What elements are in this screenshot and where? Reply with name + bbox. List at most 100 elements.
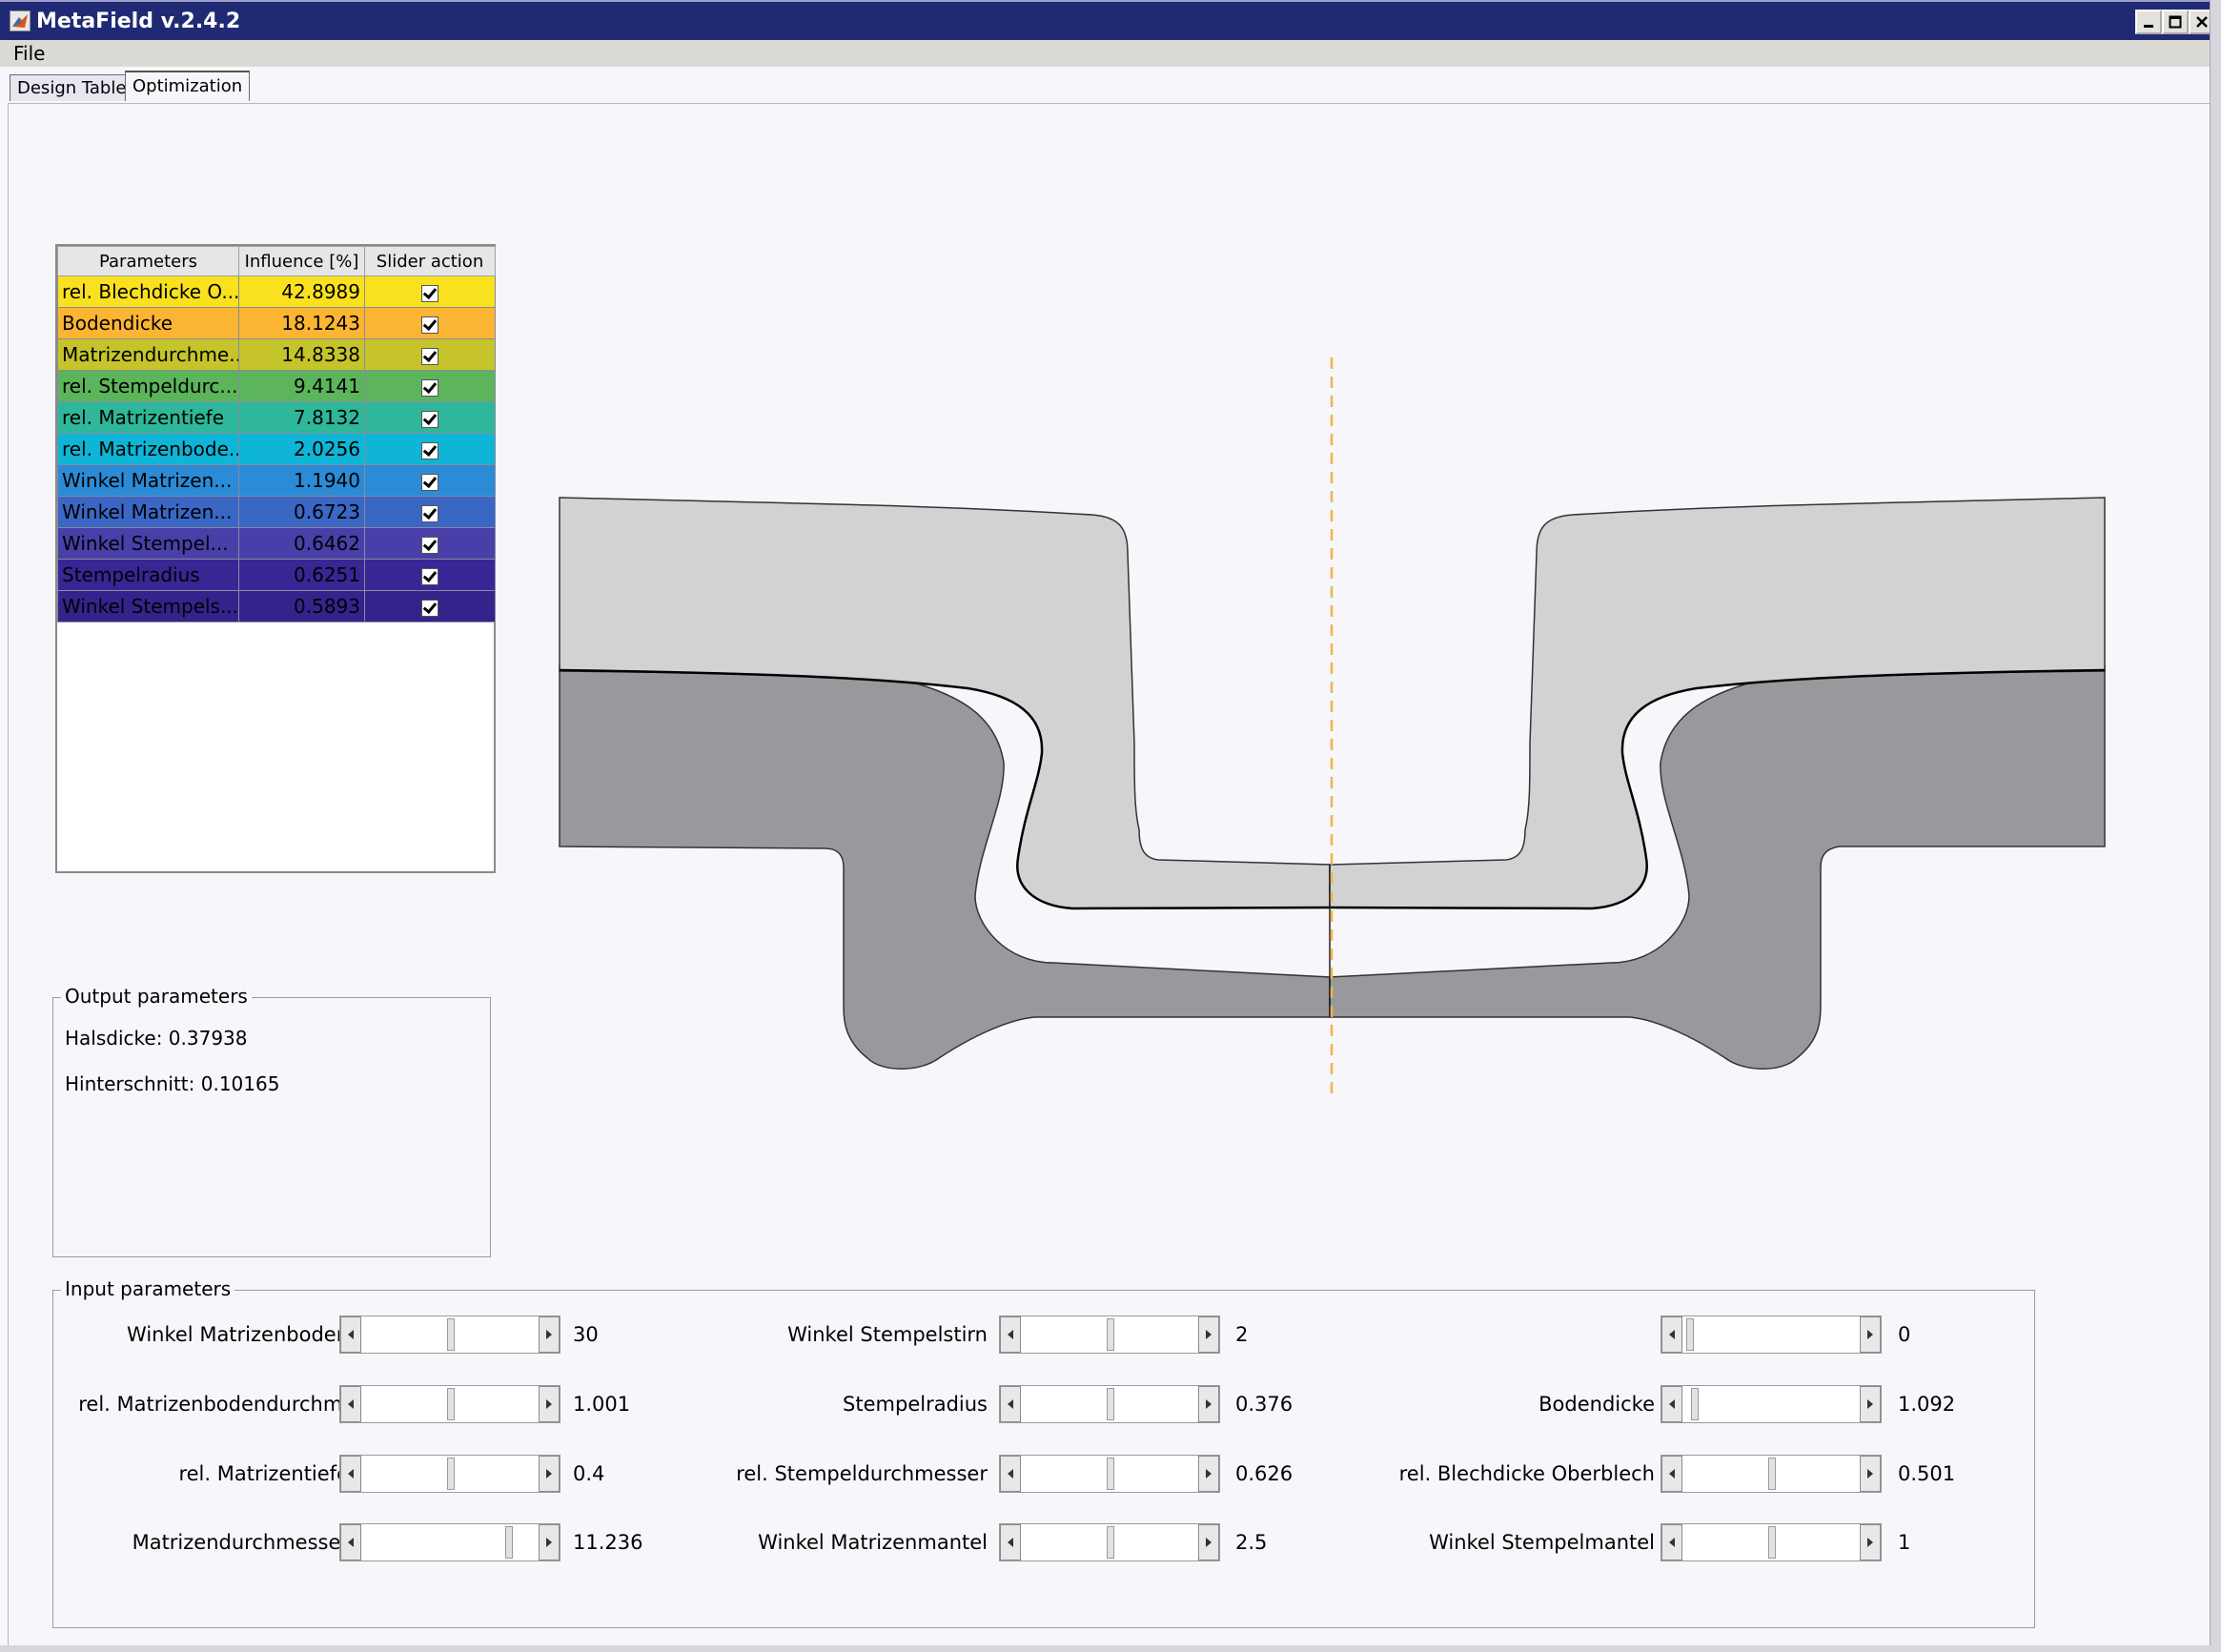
slider-action-checkbox[interactable] (421, 441, 438, 459)
slider-left-arrow-icon[interactable] (340, 1456, 361, 1492)
slider-thumb[interactable] (1107, 1458, 1114, 1490)
slider-right-arrow-icon[interactable] (1860, 1316, 1881, 1353)
slider-thumb[interactable] (447, 1318, 455, 1351)
parameter-name-cell[interactable]: Winkel Stempel... (57, 527, 239, 560)
slider-left-arrow-icon[interactable] (1661, 1524, 1682, 1560)
influence-cell[interactable]: 0.5893 (238, 590, 365, 622)
table-row[interactable]: rel. Matrizentiefe 7.8132 (57, 401, 496, 434)
slider-thumb[interactable] (505, 1526, 513, 1559)
table-row[interactable]: Winkel Matrizen... 1.1940 (57, 464, 496, 497)
table-row[interactable]: Winkel Matrizen... 0.6723 (57, 496, 496, 528)
slider-action-cell (364, 559, 496, 591)
parameter-slider[interactable] (1661, 1523, 1882, 1561)
slider-thumb[interactable] (1768, 1526, 1776, 1559)
output-parameters-title: Output parameters (61, 985, 252, 1008)
table-row[interactable]: Matrizendurchme... 14.8338 (57, 338, 496, 371)
parameter-name-cell[interactable]: Bodendicke (57, 307, 239, 339)
slider-action-checkbox[interactable] (421, 347, 438, 365)
tab-optimization[interactable]: Optimization (125, 71, 251, 101)
table-row[interactable]: rel. Stempeldurc... 9.4141 (57, 370, 496, 402)
parameter-slider[interactable] (1661, 1315, 1882, 1354)
influence-cell[interactable]: 0.6462 (238, 527, 365, 560)
parameter-name-cell[interactable]: Stempelradius (57, 559, 239, 591)
slider-thumb[interactable] (1691, 1388, 1699, 1420)
tab-design-table[interactable]: Design Table (10, 74, 134, 101)
slider-left-arrow-icon[interactable] (340, 1386, 361, 1422)
parameter-name-cell[interactable]: rel. Blechdicke O... (57, 275, 239, 308)
column-header-parameters[interactable]: Parameters (57, 246, 239, 276)
influence-cell[interactable]: 18.1243 (238, 307, 365, 339)
minimize-button[interactable] (2135, 10, 2162, 34)
parameter-slider[interactable] (999, 1455, 1220, 1493)
parameter-slider[interactable] (339, 1315, 560, 1354)
slider-action-checkbox[interactable] (421, 504, 438, 522)
slider-thumb[interactable] (1768, 1458, 1776, 1490)
parameter-slider[interactable] (1661, 1455, 1882, 1493)
parameter-name-cell[interactable]: rel. Matrizentiefe (57, 401, 239, 434)
column-header-slider-action[interactable]: Slider action (364, 246, 496, 276)
influence-cell[interactable]: 2.0256 (238, 433, 365, 465)
parameter-slider[interactable] (1661, 1385, 1882, 1423)
slider-left-arrow-icon[interactable] (1661, 1386, 1682, 1422)
menu-file[interactable]: File (13, 42, 45, 65)
slider-left-arrow-icon[interactable] (1000, 1524, 1021, 1560)
slider-action-checkbox[interactable] (421, 599, 438, 617)
slider-action-checkbox[interactable] (421, 284, 438, 302)
parameter-name-cell[interactable]: Winkel Matrizen... (57, 464, 239, 497)
slider-action-checkbox[interactable] (421, 473, 438, 491)
influence-cell[interactable]: 14.8338 (238, 338, 365, 371)
table-row[interactable]: Stempelradius 0.6251 (57, 559, 496, 591)
slider-thumb[interactable] (1107, 1318, 1114, 1351)
parameter-slider[interactable] (999, 1315, 1220, 1354)
slider-left-arrow-icon[interactable] (1000, 1456, 1021, 1492)
parameter-slider[interactable] (339, 1385, 560, 1423)
slider-action-checkbox[interactable] (421, 567, 438, 585)
slider-label: rel. Stempeldurchmesser (736, 1462, 988, 1485)
parameter-name-cell[interactable]: Winkel Matrizen... (57, 496, 239, 528)
parameter-slider[interactable] (999, 1385, 1220, 1423)
slider-action-checkbox[interactable] (421, 410, 438, 428)
table-row[interactable]: Winkel Stempel... 0.6462 (57, 527, 496, 560)
slider-thumb[interactable] (447, 1458, 455, 1490)
slider-left-arrow-icon[interactable] (1000, 1316, 1021, 1353)
influence-cell[interactable]: 9.4141 (238, 370, 365, 402)
influence-cell[interactable]: 1.1940 (238, 464, 365, 497)
slider-thumb[interactable] (1107, 1388, 1114, 1420)
slider-left-arrow-icon[interactable] (1661, 1316, 1682, 1353)
influence-cell[interactable]: 7.8132 (238, 401, 365, 434)
influence-cell[interactable]: 0.6723 (238, 496, 365, 528)
slider-right-arrow-icon[interactable] (1198, 1316, 1219, 1353)
parameter-name-cell[interactable]: rel. Stempeldurc... (57, 370, 239, 402)
slider-action-checkbox[interactable] (421, 536, 438, 554)
parameter-name-cell[interactable]: Matrizendurchme... (57, 338, 239, 371)
column-header-influence[interactable]: Influence [%] (238, 246, 365, 276)
parameter-slider[interactable] (339, 1523, 560, 1561)
parameter-slider[interactable] (999, 1523, 1220, 1561)
slider-right-arrow-icon[interactable] (1860, 1524, 1881, 1560)
slider-left-arrow-icon[interactable] (340, 1316, 361, 1353)
slider-left-arrow-icon[interactable] (1000, 1386, 1021, 1422)
slider-thumb[interactable] (1686, 1318, 1694, 1351)
table-row[interactable]: Bodendicke 18.1243 (57, 307, 496, 339)
slider-right-arrow-icon[interactable] (1860, 1386, 1881, 1422)
slider-action-checkbox[interactable] (421, 316, 438, 334)
parameter-influence-table[interactable]: Parameters Influence [%] Slider action r… (55, 244, 496, 873)
table-row[interactable]: Winkel Stempels... 0.5893 (57, 590, 496, 622)
slider-left-arrow-icon[interactable] (340, 1524, 361, 1560)
slider-value: 1 (1898, 1531, 1911, 1554)
table-row[interactable]: rel. Blechdicke O... 42.8989 (57, 275, 496, 308)
slider-left-arrow-icon[interactable] (1661, 1456, 1682, 1492)
slider-thumb[interactable] (1107, 1526, 1114, 1559)
parameter-name-cell[interactable]: rel. Matrizenbode... (57, 433, 239, 465)
title-bar: MetaField v.2.4.2 (0, 0, 2221, 40)
table-row[interactable]: rel. Matrizenbode... 2.0256 (57, 433, 496, 465)
influence-cell[interactable]: 42.8989 (238, 275, 365, 308)
parameter-slider[interactable] (339, 1455, 560, 1493)
maximize-button[interactable] (2162, 10, 2189, 34)
slider-action-checkbox[interactable] (421, 378, 438, 397)
slider-right-arrow-icon[interactable] (1860, 1456, 1881, 1492)
slider-thumb[interactable] (447, 1388, 455, 1420)
influence-cell[interactable]: 0.6251 (238, 559, 365, 591)
input-parameters-title: Input parameters (61, 1277, 235, 1300)
parameter-name-cell[interactable]: Winkel Stempels... (57, 590, 239, 622)
